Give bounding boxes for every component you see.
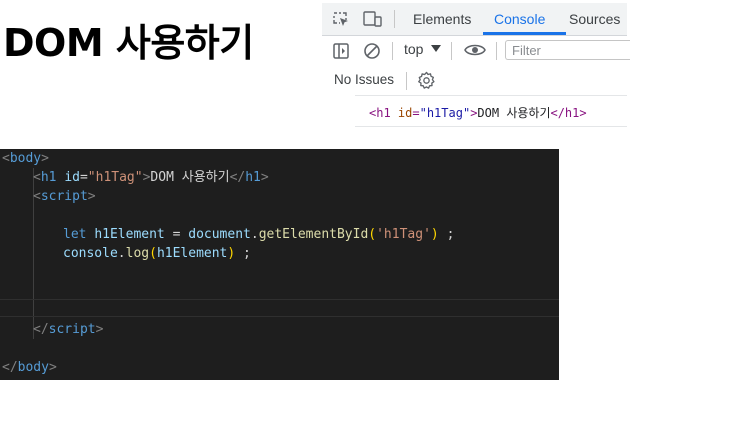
console-message[interactable]: <h1 id="h1Tag">DOM 사용하기</h1> [355,95,627,127]
h1-attr: id [64,170,80,185]
let-semi: ; [446,227,455,242]
h1-close-lt: </ [229,170,246,185]
let-var: h1Element [94,227,165,242]
body-close-name: body [17,360,49,375]
script-close-gt: > [95,322,104,337]
eye-icon[interactable] [464,42,486,58]
log-rparen: ) [227,246,236,261]
let-dot: . [250,227,259,242]
output-text: DOM 사용하기 [477,106,551,120]
filter-input[interactable] [505,40,630,60]
issues-divider [406,72,407,90]
code-line-script-close: </script> [33,320,103,339]
h1-eq: = [79,170,88,185]
let-lparen: ( [368,227,377,242]
body-open-lt: < [2,151,10,166]
h1-name: h1 [40,170,57,185]
gear-icon[interactable] [417,71,436,90]
tab-elements[interactable]: Elements [413,11,471,27]
output-open-tag: <h1 [369,106,391,120]
issues-label[interactable]: No Issues [334,72,394,87]
current-line-highlight [0,299,559,317]
code-line-body-open: <body> [2,149,49,168]
body-close-gt: > [48,360,57,375]
console-element-output[interactable]: <h1 id="h1Tag">DOM 사용하기</h1> [369,104,587,121]
log-fn: log [125,246,150,261]
toolbar-divider [392,42,393,60]
h1-close-name: h1 [245,170,261,185]
body-open-gt: > [41,151,49,166]
h1-close-gt: > [260,170,269,185]
let-arg: 'h1Tag' [376,227,431,242]
script-open-lt: < [33,189,41,204]
code-line-log: console.log(h1Element) ; [63,244,251,263]
script-open-gt: > [87,189,96,204]
log-lparen: ( [149,246,157,261]
log-arg: h1Element [156,246,228,261]
code-line-script-open: <script> [33,187,96,206]
script-close-name: script [48,322,96,337]
body-open-name: body [9,151,42,166]
code-line-h1: <h1 id="h1Tag">DOM 사용하기</h1> [33,168,269,187]
log-dot: . [117,246,126,261]
tab-console[interactable]: Console [494,11,545,27]
let-fn: getElementById [258,227,369,242]
h1-value: "h1Tag" [87,170,143,185]
sidebar-toggle-icon[interactable] [332,42,350,60]
tab-sources[interactable]: Sources [569,11,620,27]
devtools-panel: Elements Console Sources top No Issues [322,3,630,127]
h1-text: DOM 사용하기 [150,170,230,185]
let-obj: document [188,227,251,242]
output-attr-eq: = [412,106,420,120]
output-end-tag: </h1> [550,106,587,120]
log-semi: ; [243,246,251,261]
dropdown-caret-icon[interactable] [430,44,442,54]
output-attr-value: "h1Tag" [419,106,471,120]
devtools-tab-bar: Elements Console Sources [322,3,627,36]
let-keyword: let [63,227,87,242]
page-title: DOM 사용하기 [3,21,254,65]
code-line-let: let h1Element = document.getElementById(… [63,225,454,244]
console-toolbar: top [322,36,630,66]
log-obj: console [63,246,118,261]
inspect-element-icon[interactable] [332,11,350,29]
toolbar-divider-3 [496,42,497,60]
script-open-name: script [40,189,88,204]
script-close-lt: </ [33,322,49,337]
code-line-body-close: </body> [2,358,57,377]
let-rparen: ) [430,227,439,242]
device-toolbar-icon[interactable] [362,10,384,28]
clear-console-icon[interactable] [363,42,381,60]
code-editor[interactable]: <body> <h1 id="h1Tag">DOM 사용하기</h1> <scr… [0,149,559,380]
h1-lt: < [33,170,41,185]
context-selector[interactable]: top [404,41,423,57]
output-attr-name: id [397,106,413,120]
let-op: = [172,227,181,242]
toolbar-divider-2 [451,42,452,60]
issues-bar: No Issues [322,66,627,94]
active-tab-indicator [483,32,566,35]
tabbar-divider [394,10,395,28]
body-close-lt: </ [2,360,18,375]
